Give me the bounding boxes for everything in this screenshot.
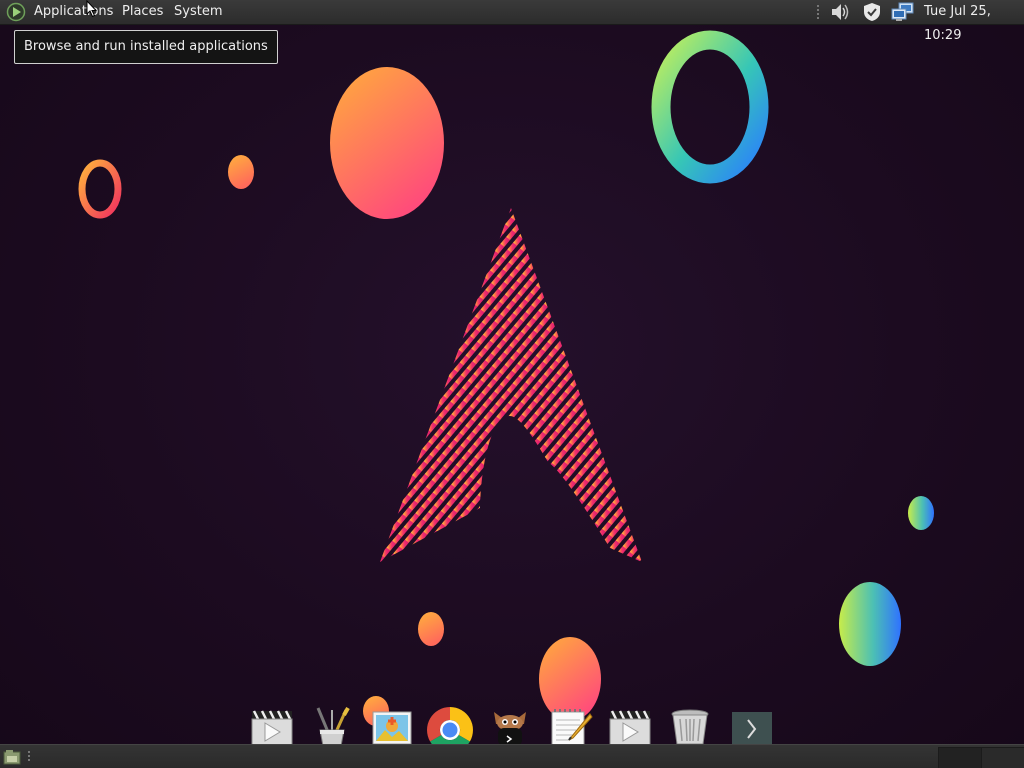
menu-applications[interactable]: Applications — [34, 0, 113, 24]
orange-bubble-small — [228, 155, 254, 189]
bottom-panel — [0, 744, 1024, 768]
video-player-icon[interactable] — [248, 706, 296, 746]
image-viewer-icon[interactable] — [368, 706, 416, 746]
clock[interactable]: Tue Jul 25, 10:29 — [924, 0, 1024, 43]
orange-bubble-tiny — [418, 612, 444, 646]
workspace-2[interactable] — [981, 747, 1024, 768]
workspace-1[interactable] — [938, 747, 982, 768]
top-panel: Applications Places System Tue Jul 25, 1… — [0, 0, 1024, 43]
ring-small — [78, 159, 122, 219]
green-bubble-small — [908, 496, 934, 530]
green-bubble-large — [839, 582, 901, 666]
applications-tooltip: Browse and run installed applications — [14, 30, 278, 64]
arch-logo — [380, 208, 642, 562]
dock-arrow-icon[interactable] — [726, 706, 774, 746]
wallpaper — [78, 30, 934, 726]
network-icon[interactable] — [891, 2, 915, 22]
trash-icon[interactable] — [666, 706, 714, 746]
terminal-mascot-icon[interactable] — [486, 706, 534, 746]
volume-icon[interactable] — [829, 1, 851, 23]
orange-bubble-large — [330, 67, 444, 219]
panel-handle-icon[interactable] — [28, 750, 32, 764]
show-desktop-icon[interactable] — [3, 749, 21, 765]
distro-logo-icon[interactable] — [6, 2, 26, 22]
text-editor-icon[interactable] — [546, 706, 594, 746]
panel-handle-icon[interactable] — [817, 4, 821, 20]
dock — [246, 706, 778, 746]
shield-icon[interactable] — [862, 2, 882, 22]
menu-system[interactable]: System — [174, 0, 222, 24]
paint-brushes-icon[interactable] — [308, 706, 356, 746]
mouse-cursor-icon — [86, 0, 98, 18]
ring-large — [651, 30, 769, 184]
menu-places[interactable]: Places — [122, 0, 163, 24]
chrome-browser-icon[interactable] — [426, 706, 474, 746]
video-player-icon[interactable] — [606, 706, 654, 746]
desktop[interactable]: Applications Places System Tue Jul 25, 1… — [0, 0, 1024, 768]
